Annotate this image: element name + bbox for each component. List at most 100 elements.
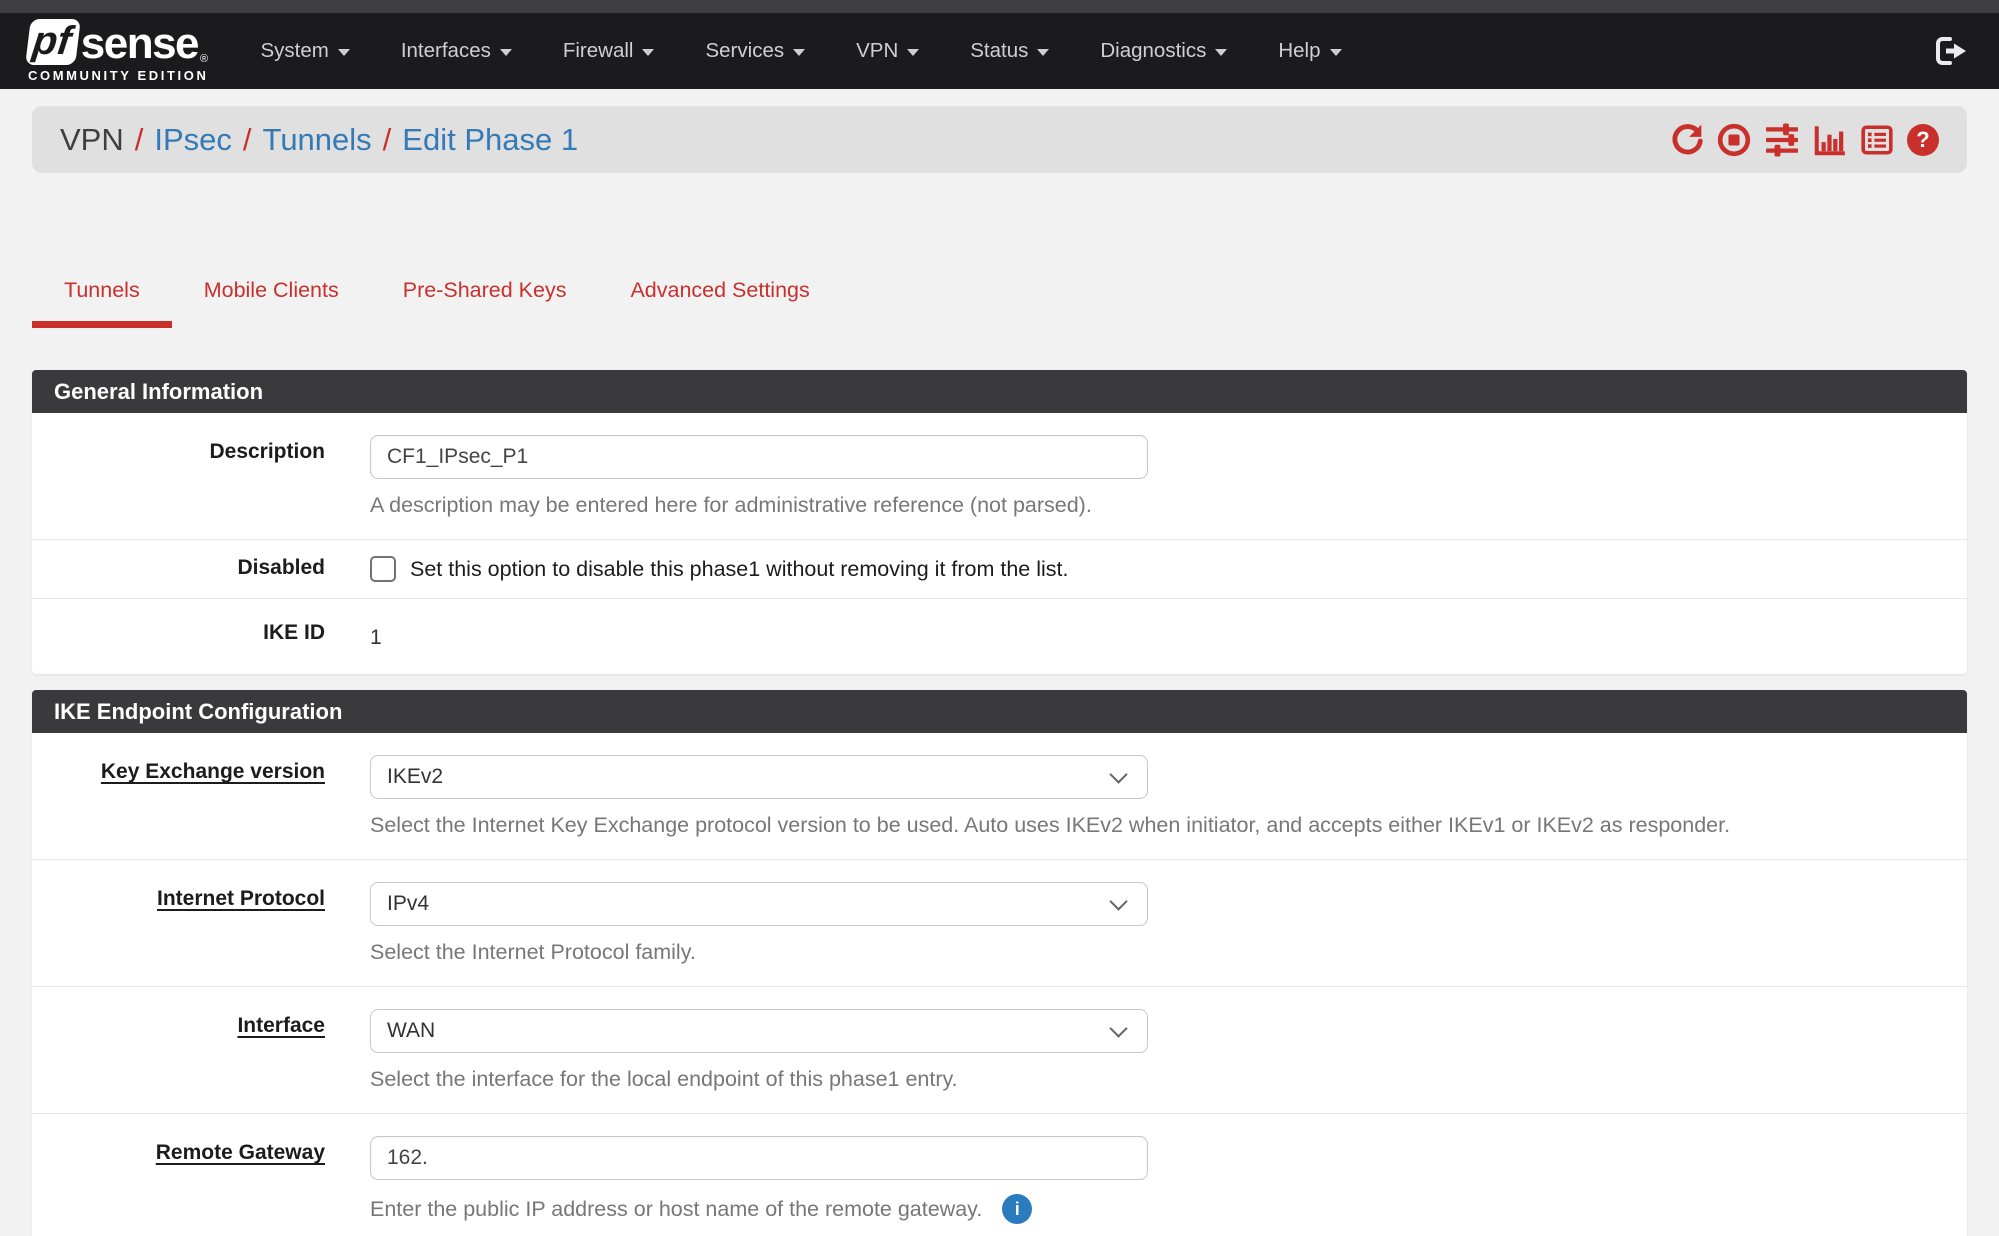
description-label: Description	[32, 413, 370, 539]
tab-bar: Tunnels Mobile Clients Pre-Shared Keys A…	[32, 277, 1967, 328]
chevron-down-icon	[1037, 49, 1049, 56]
internet-protocol-select[interactable]: IPv4	[370, 882, 1148, 926]
key-exchange-row: Key Exchange version IKEv2 Select the In…	[32, 733, 1967, 859]
chevron-down-icon	[642, 49, 654, 56]
page-content: VPN / IPsec / Tunnels / Edit Phase 1	[0, 106, 1999, 1236]
pfsense-logo-row: pf sense ®	[28, 19, 208, 65]
breadcrumb: VPN / IPsec / Tunnels / Edit Phase 1	[32, 106, 1967, 173]
key-exchange-label: Key Exchange version	[32, 733, 370, 859]
sign-out-icon[interactable]	[1933, 34, 1971, 68]
menu-diagnostics[interactable]: Diagnostics	[1100, 39, 1227, 63]
chevron-down-icon	[907, 49, 919, 56]
interface-select-value: WAN	[387, 1019, 435, 1043]
remote-gateway-input[interactable]	[370, 1136, 1148, 1180]
internet-protocol-label-text: Internet Protocol	[157, 887, 325, 910]
chevron-down-icon	[793, 49, 805, 56]
chevron-down-icon	[338, 49, 350, 56]
info-icon-glyph: i	[1015, 1199, 1020, 1220]
chevron-down-icon	[1330, 49, 1342, 56]
ike-endpoint-panel: IKE Endpoint Configuration Key Exchange …	[32, 690, 1967, 1236]
description-input[interactable]	[370, 435, 1148, 479]
interface-help: Select the interface for the local endpo…	[370, 1067, 1967, 1092]
menu-status[interactable]: Status	[970, 39, 1049, 63]
menu-interfaces-label: Interfaces	[401, 39, 491, 63]
disabled-row: Disabled Set this option to disable this…	[32, 539, 1967, 598]
help-icon-glyph: ?	[1916, 127, 1929, 153]
remote-gateway-help: Enter the public IP address or host name…	[370, 1194, 1967, 1224]
tab-advanced-settings[interactable]: Advanced Settings	[598, 277, 841, 328]
breadcrumb-link-edit-phase1[interactable]: Edit Phase 1	[402, 122, 578, 158]
description-field-cell: A description may be entered here for ad…	[370, 413, 1967, 539]
remote-gateway-field-cell: Enter the public IP address or host name…	[370, 1114, 1967, 1236]
breadcrumb-actions: ?	[1670, 123, 1939, 157]
menu-system[interactable]: System	[260, 39, 349, 63]
menu-services-label: Services	[705, 39, 784, 63]
menu-interfaces[interactable]: Interfaces	[401, 39, 512, 63]
breadcrumb-link-tunnels[interactable]: Tunnels	[263, 122, 372, 158]
ike-id-value: 1	[370, 621, 1967, 650]
general-information-body: Description A description may be entered…	[32, 413, 1967, 674]
internet-protocol-help: Select the Internet Protocol family.	[370, 940, 1967, 965]
disabled-checkbox[interactable]	[370, 556, 396, 582]
refresh-icon[interactable]	[1670, 123, 1704, 157]
general-information-header: General Information	[32, 370, 1967, 413]
remote-gateway-help-text: Enter the public IP address or host name…	[370, 1197, 982, 1222]
breadcrumb-link-ipsec[interactable]: IPsec	[154, 122, 232, 158]
menu-vpn-label: VPN	[856, 39, 898, 63]
list-icon[interactable]	[1860, 123, 1894, 157]
ike-endpoint-body: Key Exchange version IKEv2 Select the In…	[32, 733, 1967, 1236]
sliders-icon[interactable]	[1764, 123, 1800, 157]
chevron-down-icon	[1215, 49, 1227, 56]
internet-protocol-row: Internet Protocol IPv4 Select the Intern…	[32, 859, 1967, 986]
ike-id-label: IKE ID	[32, 599, 370, 674]
disabled-check-row: Set this option to disable this phase1 w…	[370, 556, 1967, 582]
key-exchange-select-value: IKEv2	[387, 765, 443, 789]
menu-help[interactable]: Help	[1278, 39, 1341, 63]
menu-services[interactable]: Services	[705, 39, 805, 63]
pf-logo-mark: pf	[25, 19, 80, 65]
interface-select[interactable]: WAN	[370, 1009, 1148, 1053]
menu-status-label: Status	[970, 39, 1028, 63]
tab-pre-shared-keys[interactable]: Pre-Shared Keys	[371, 277, 599, 328]
chevron-down-icon	[1109, 765, 1127, 783]
ike-endpoint-header: IKE Endpoint Configuration	[32, 690, 1967, 733]
chevron-down-icon	[1109, 1019, 1127, 1037]
key-exchange-label-text: Key Exchange version	[101, 760, 325, 783]
bar-chart-icon[interactable]	[1813, 123, 1847, 157]
registered-mark: ®	[200, 53, 208, 65]
menu-vpn[interactable]: VPN	[856, 39, 919, 63]
menu-system-label: System	[260, 39, 328, 63]
menu-help-label: Help	[1278, 39, 1320, 63]
tab-tunnels[interactable]: Tunnels	[32, 277, 172, 328]
help-icon[interactable]: ?	[1907, 124, 1939, 156]
general-information-panel: General Information Description A descri…	[32, 370, 1967, 674]
breadcrumb-vpn: VPN	[60, 122, 124, 158]
remote-gateway-label-text: Remote Gateway	[156, 1141, 325, 1164]
disabled-label: Disabled	[32, 540, 370, 598]
interface-row: Interface WAN Select the interface for t…	[32, 986, 1967, 1113]
pfsense-logo[interactable]: pf sense ® COMMUNITY EDITION	[28, 19, 208, 83]
internet-protocol-field-cell: IPv4 Select the Internet Protocol family…	[370, 860, 1967, 986]
window-top-strip	[0, 0, 1999, 13]
top-navbar: pf sense ® COMMUNITY EDITION System Inte…	[0, 13, 1999, 89]
menu-diagnostics-label: Diagnostics	[1100, 39, 1206, 63]
key-exchange-select[interactable]: IKEv2	[370, 755, 1148, 799]
sense-logo-text: sense	[81, 23, 198, 65]
info-icon[interactable]: i	[1002, 1194, 1032, 1224]
menu-firewall[interactable]: Firewall	[563, 39, 655, 63]
ike-id-field-cell: 1	[370, 599, 1967, 674]
community-edition-label: COMMUNITY EDITION	[28, 68, 208, 83]
internet-protocol-select-value: IPv4	[387, 892, 429, 916]
ike-id-row: IKE ID 1	[32, 598, 1967, 674]
description-row: Description A description may be entered…	[32, 413, 1967, 539]
description-help: A description may be entered here for ad…	[370, 493, 1967, 518]
key-exchange-help: Select the Internet Key Exchange protoco…	[370, 813, 1967, 838]
interface-label-text: Interface	[237, 1014, 325, 1037]
breadcrumb-separator: /	[243, 122, 252, 158]
tab-mobile-clients[interactable]: Mobile Clients	[172, 277, 371, 328]
navbar-menu: System Interfaces Firewall Services VPN …	[260, 39, 1341, 63]
chevron-down-icon	[500, 49, 512, 56]
chevron-down-icon	[1109, 892, 1127, 910]
stop-circle-icon[interactable]	[1717, 123, 1751, 157]
disabled-field-cell: Set this option to disable this phase1 w…	[370, 540, 1967, 598]
